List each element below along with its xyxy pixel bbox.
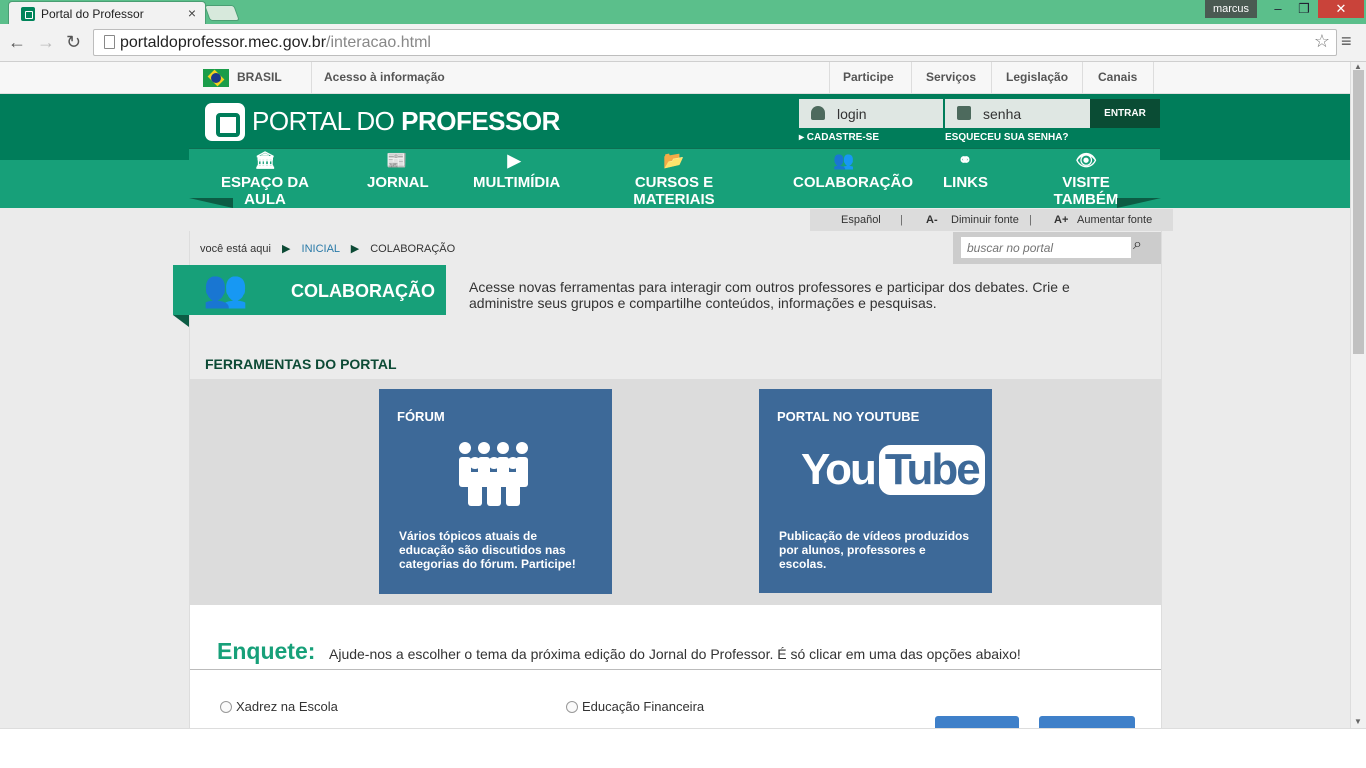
search-input[interactable] xyxy=(961,237,1131,258)
browser-tab[interactable]: Portal do Professor × xyxy=(8,1,206,24)
tools-title: FERRAMENTAS DO PORTAL xyxy=(205,356,397,372)
forgot-password-link[interactable]: ESQUECEU SUA SENHA? xyxy=(945,132,1069,143)
radio-icon[interactable] xyxy=(566,701,578,713)
breadcrumb: você está aqui ▶ INICIAL ▶ COLABORAÇÃO xyxy=(200,243,456,255)
search-icon[interactable]: ⌕ xyxy=(1133,236,1142,254)
folder-icon: 📂 xyxy=(663,151,685,170)
gov-link-participe[interactable]: Participe xyxy=(843,70,894,84)
page-icon xyxy=(104,35,115,49)
url-path: /interacao.html xyxy=(326,34,431,51)
register-link[interactable]: ▸ CADASTRE-SE xyxy=(799,132,879,143)
forum-title: FÓRUM xyxy=(397,409,445,424)
menu-item-links[interactable]: ⚭ LINKS xyxy=(943,151,988,192)
poll-question: Ajude-nos a escolher o tema da próxima e… xyxy=(329,646,1021,662)
menu-item-cursos-e-materiais[interactable]: 📂 CURSOS E MATERIAIS xyxy=(603,151,745,209)
password-placeholder: senha xyxy=(983,106,1022,122)
menu-item-jornal[interactable]: 📰 JORNAL xyxy=(367,151,429,192)
address-bar[interactable]: portaldoprofessor.mec.gov.br/interacao.h… xyxy=(93,29,1337,56)
font-decrease-icon[interactable]: A- xyxy=(926,214,938,226)
bookmark-star-icon[interactable]: ☆ xyxy=(1314,31,1330,52)
brazil-flag-icon xyxy=(203,69,229,87)
user-icon xyxy=(811,106,825,120)
youtube-description: Publicação de vídeos produzidos por alun… xyxy=(779,529,970,571)
minimize-icon[interactable]: – xyxy=(1265,0,1291,18)
forum-card[interactable]: FÓRUM Vários tópicos atuais de educação … xyxy=(379,389,612,594)
museum-icon: 🏛 xyxy=(254,151,276,170)
font-decrease-link[interactable]: Diminuir fonte xyxy=(951,214,1019,226)
browser-toolbar: ← → ↻ portaldoprofessor.mec.gov.br/inter… xyxy=(0,24,1366,62)
back-icon[interactable]: ← xyxy=(8,32,26,53)
breadcrumb-home-link[interactable]: INICIAL xyxy=(302,243,340,255)
tab-close-icon[interactable]: × xyxy=(188,5,196,21)
accessibility-bar: Español | A- Diminuir fonte | A+ Aumenta… xyxy=(810,209,1173,231)
status-area xyxy=(0,728,1366,768)
link-icon: ⚭ xyxy=(957,151,973,170)
poll-option-xadrez[interactable]: Xadrez na Escola xyxy=(220,699,338,714)
radio-icon[interactable] xyxy=(220,701,232,713)
lock-icon xyxy=(957,106,971,120)
group-icon xyxy=(453,441,535,518)
gov-link-legislacao[interactable]: Legislação xyxy=(1006,70,1068,84)
portal-logo-icon[interactable] xyxy=(205,103,245,141)
portal-logo-text[interactable]: PORTAL DO PROFESSOR xyxy=(252,106,560,137)
window-titlebar: Portal do Professor × marcus – ❐ ✕ xyxy=(0,0,1366,24)
forum-description: Vários tópicos atuais de educação são di… xyxy=(399,529,576,571)
scroll-thumb[interactable] xyxy=(1353,70,1364,354)
youtube-title: PORTAL NO YOUTUBE xyxy=(777,409,920,424)
font-increase-link[interactable]: Aumentar fonte xyxy=(1077,214,1152,226)
gov-bar: BRASIL Acesso à informação Participe Ser… xyxy=(0,62,1350,94)
url-host: portaldoprofessor.mec.gov.br xyxy=(120,34,327,51)
login-placeholder: login xyxy=(837,106,867,122)
vertical-scrollbar[interactable]: ▲ ▼ xyxy=(1350,62,1366,728)
tab-title: Portal do Professor xyxy=(41,7,144,21)
play-icon: ▶ xyxy=(507,151,521,170)
gov-link-canais[interactable]: Canais xyxy=(1098,70,1137,84)
font-increase-icon[interactable]: A+ xyxy=(1054,214,1068,226)
favicon-icon xyxy=(21,7,35,21)
reload-icon[interactable]: ↻ xyxy=(66,32,81,53)
poll-section: Enquete: Ajude-nos a escolher o tema da … xyxy=(190,605,1161,728)
tools-band xyxy=(190,379,1161,605)
access-info-link[interactable]: Acesso à informação xyxy=(324,70,445,84)
poll-results-button[interactable] xyxy=(1039,716,1135,728)
poll-title: Enquete: xyxy=(217,638,316,664)
gov-link-servicos[interactable]: Serviços xyxy=(926,70,976,84)
section-header: 👥 COLABORAÇÃO xyxy=(173,265,446,315)
espanol-link[interactable]: Español xyxy=(841,214,881,226)
section-title: COLABORAÇÃO xyxy=(291,281,435,301)
password-field[interactable]: senha xyxy=(945,99,1090,128)
poll-vote-button[interactable] xyxy=(935,716,1019,728)
breadcrumb-current: COLABORAÇÃO xyxy=(370,243,456,255)
poll-option-educacao-financeira[interactable]: Educação Financeira xyxy=(566,699,704,714)
forward-icon[interactable]: → xyxy=(37,32,55,53)
login-button[interactable]: ENTRAR xyxy=(1090,99,1160,128)
login-field[interactable]: login xyxy=(799,99,943,128)
profile-button[interactable]: marcus xyxy=(1205,0,1257,18)
youtube-card[interactable]: PORTAL NO YOUTUBE You Tube Publicação de … xyxy=(759,389,992,593)
restore-icon[interactable]: ❐ xyxy=(1291,0,1317,18)
main-menu: 🏛 ESPAÇO DA AULA 📰 JORNAL ▶ MULTIMÍDIA 📂 CUR… xyxy=(189,148,1160,208)
youtube-logo: You Tube xyxy=(801,445,985,495)
gov-country[interactable]: BRASIL xyxy=(237,70,282,84)
new-tab-button[interactable] xyxy=(204,5,240,21)
scroll-down-icon[interactable]: ▼ xyxy=(1354,717,1362,726)
page-viewport: BRASIL Acesso à informação Participe Ser… xyxy=(0,62,1350,728)
section-intro: Acesse novas ferramentas para interagir … xyxy=(469,279,1070,311)
people-icon: 👥 xyxy=(833,151,855,170)
site-search: ⌕ xyxy=(953,232,1161,264)
newspaper-icon: 📰 xyxy=(386,151,408,170)
eye-icon: 👁 xyxy=(1075,151,1097,170)
menu-item-colaboracao[interactable]: 👥 COLABORAÇÃO xyxy=(793,151,913,192)
menu-item-multimidia[interactable]: ▶ MULTIMÍDIA xyxy=(473,151,560,192)
close-window-icon[interactable]: ✕ xyxy=(1318,0,1364,18)
chrome-menu-icon[interactable]: ≡ xyxy=(1341,31,1352,52)
people-icon: 👥 xyxy=(203,268,248,309)
